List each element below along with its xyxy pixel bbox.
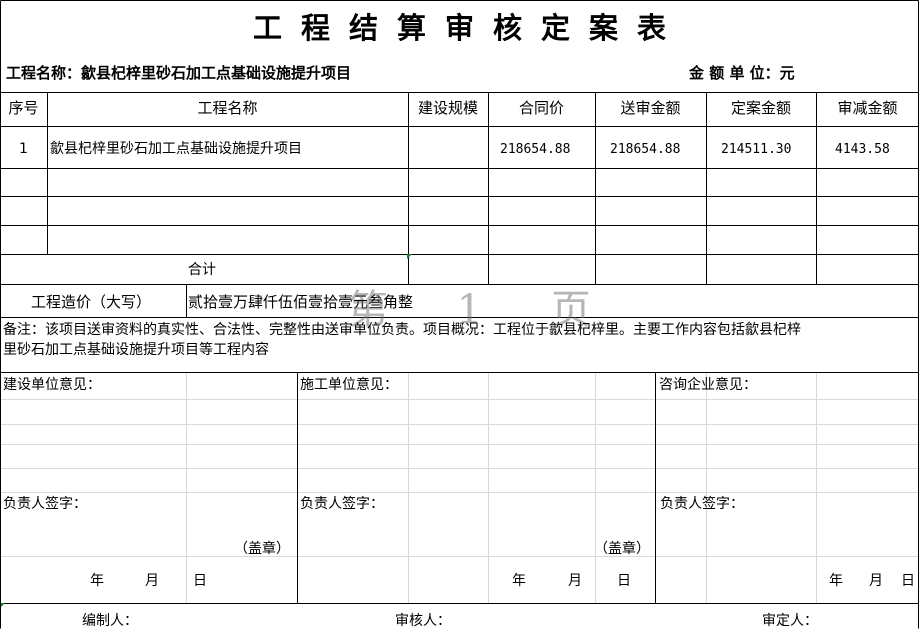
row-contract-price: 218654.88: [500, 142, 571, 157]
date-month-3: 月: [869, 573, 883, 589]
header-seq: 序号: [8, 99, 39, 117]
header-submitted-amount: 送审金额: [620, 99, 681, 117]
cost-label: 工程造价（大写）: [31, 293, 152, 311]
signer-label-2: 负责人签字：: [300, 496, 384, 512]
amount-unit-label: 金 额 单 位：元: [689, 64, 795, 82]
seal-label-1: （盖章）: [234, 541, 290, 557]
header-reduced-amount: 审减金额: [837, 99, 898, 117]
date-month-2: 月: [568, 573, 582, 589]
signer-label-3: 负责人签字：: [660, 496, 744, 512]
construction-unit-opinion: 建设单位意见：: [3, 377, 101, 393]
row-approved-amount: 214511.30: [721, 142, 792, 157]
header-scale: 建设规模: [417, 99, 478, 117]
row-project-name: 歙县杞梓里砂石加工点基础设施提升项目: [50, 141, 302, 157]
compiler-label: 编制人：: [82, 613, 138, 629]
contractor-unit-opinion: 施工单位意见：: [300, 377, 398, 393]
header-contract-price: 合同价: [518, 99, 564, 117]
cell-marker-1: [407, 254, 412, 259]
cell-marker-2: [1, 603, 5, 607]
header-project-name: 工程名称: [197, 99, 258, 117]
row-reduced-amount: 4143.58: [835, 142, 890, 157]
seal-label-2: （盖章）: [594, 541, 650, 557]
date-day-3: 日: [901, 573, 915, 589]
date-month-1: 月: [145, 573, 159, 589]
date-year-2: 年: [512, 573, 526, 589]
project-name-label: 工程名称：歙县杞梓里砂石加工点基础设施提升项目: [6, 64, 352, 82]
reviewer-label: 审核人：: [395, 613, 451, 629]
date-year-1: 年: [90, 573, 104, 589]
signer-label-1: 负责人签字：: [3, 496, 87, 512]
row-submitted-amount: 218654.88: [610, 142, 681, 157]
date-year-3: 年: [829, 573, 843, 589]
date-day-1: 日: [193, 573, 207, 589]
approver-label: 审定人：: [762, 613, 818, 629]
total-label: 合计: [188, 262, 216, 278]
remark-line-2: 里砂石加工点基础设施提升项目等工程内容: [3, 342, 269, 358]
consulting-unit-opinion: 咨询企业意见：: [659, 377, 757, 393]
date-day-2: 日: [617, 573, 631, 589]
row-seq: 1: [19, 141, 28, 157]
document-title: 工程结算审核定案表: [252, 11, 685, 45]
header-approved-amount: 定案金额: [730, 99, 791, 117]
remark-line-1: 备注：该项目送审资料的真实性、合法性、完整性由送审单位负责。项目概况：工程位于歙…: [3, 322, 801, 338]
